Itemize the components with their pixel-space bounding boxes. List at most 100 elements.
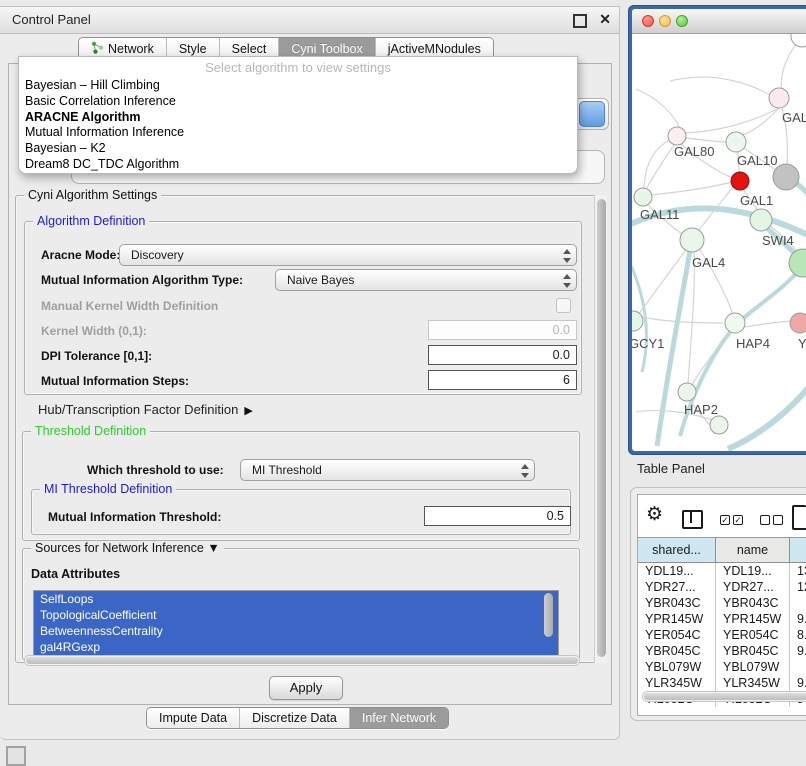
table-cell: YDR27... — [716, 579, 790, 595]
table-cell: YBR043C — [716, 595, 790, 611]
settings-vertical-scrollbar[interactable] — [594, 195, 607, 663]
float-window-icon[interactable] — [573, 14, 587, 28]
network-node-gal80[interactable] — [668, 127, 686, 145]
table-cell: YDL19... — [638, 563, 716, 579]
table-row[interactable]: YER054CYER054C8. — [638, 627, 806, 643]
network-node-pink-right[interactable] — [790, 313, 806, 333]
tab-infer-network[interactable]: Infer Network — [349, 708, 448, 728]
table-row[interactable]: YBR045CYBR045C9. — [638, 643, 806, 659]
table-row[interactable]: YDL19...YDL19...13 — [638, 563, 806, 579]
network-node-gal4[interactable] — [680, 228, 704, 252]
control-panel-window: Control Panel ✕ NetworkStyleSelectCyni T… — [0, 6, 620, 740]
close-traffic-light-icon[interactable] — [642, 15, 654, 27]
table-cell: 9. — [790, 643, 806, 659]
gear-icon[interactable]: ⚙ — [646, 503, 663, 526]
network-node-gal1[interactable] — [731, 172, 749, 190]
network-node-label: HAP4 — [736, 336, 770, 351]
hub-definition-disclosure[interactable]: Hub/Transcription Factor Definition▶ — [38, 402, 253, 417]
list-vertical-scrollbar[interactable] — [544, 593, 553, 637]
collapsed-arrow-icon[interactable]: ▶ — [244, 404, 252, 417]
kernel-width-field[interactable]: 0.0 — [428, 320, 577, 340]
table-cell: YLR345W — [638, 675, 716, 691]
aracne-mode-label: Aracne Mode: — [41, 248, 120, 262]
column-header[interactable]: name — [716, 538, 790, 562]
algorithm-option[interactable]: Mutual Information Inference — [19, 125, 577, 141]
network-node-gcy1[interactable] — [632, 311, 643, 331]
table-cell: YBL079W — [638, 659, 716, 675]
algorithm-option[interactable]: Dream8 DC_TDC Algorithm — [19, 157, 577, 173]
table-cell: YBR045C — [638, 643, 716, 659]
network-node-gal10[interactable] — [726, 132, 746, 152]
which-threshold-select[interactable]: MI Threshold — [240, 459, 535, 481]
tab-discretize-data[interactable]: Discretize Data — [239, 708, 349, 728]
tab-label: Style — [179, 42, 207, 56]
network-canvas[interactable]: GALGAL80GAL10GAL1GAL11SWI4GAL4GCY1HAP4YH… — [632, 34, 806, 451]
column-header[interactable] — [790, 538, 806, 562]
table-cell: YBL079W — [716, 659, 790, 675]
minimize-traffic-light-icon[interactable] — [659, 15, 671, 27]
tab-impute-data[interactable]: Impute Data — [147, 708, 239, 728]
tab-label: Cyni Toolbox — [291, 42, 362, 56]
table-horizontal-scrollbar[interactable] — [642, 691, 806, 702]
network-node-label: GAL80 — [674, 144, 714, 159]
manual-kernel-checkbox[interactable] — [556, 298, 571, 313]
table-cell: YPR145W — [716, 611, 790, 627]
aracne-mode-select[interactable]: Discovery — [119, 244, 577, 266]
table-cell — [790, 659, 806, 675]
dpi-tolerance-field[interactable]: 0.0 — [428, 345, 577, 365]
minimized-panel-icon[interactable] — [6, 746, 26, 766]
deselect-all-columns-icon[interactable] — [760, 515, 783, 525]
table-cell: YER054C — [638, 627, 716, 643]
data-attributes-list[interactable]: SelfLoopsTopologicalCoefficientBetweenne… — [33, 590, 559, 656]
apply-button[interactable]: Apply — [269, 676, 343, 700]
settings-horizontal-scrollbar[interactable] — [24, 655, 580, 666]
tab-label: Discretize Data — [252, 711, 337, 725]
algorithm-option[interactable]: Bayesian – K2 — [19, 141, 577, 157]
table-row[interactable]: YDR27...YDR27...12 — [638, 579, 806, 595]
select-all-columns-icon[interactable]: ✓✓ — [720, 515, 743, 525]
table-cell: YBR043C — [638, 595, 716, 611]
table-row[interactable]: YPR145WYPR145W9. — [638, 611, 806, 627]
network-node-gal11[interactable] — [634, 188, 652, 206]
new-table-icon[interactable] — [792, 505, 806, 530]
sources-group: Sources for Network Inference ▼ Data Att… — [22, 548, 580, 660]
close-icon[interactable]: ✕ — [599, 11, 611, 28]
network-node-label: GCY1 — [632, 336, 664, 351]
table-cell: 8. — [790, 627, 806, 643]
attribute-list-item[interactable]: TopologicalCoefficient — [34, 607, 558, 623]
algorithm-option[interactable]: Basic Correlation Inference — [19, 94, 577, 110]
mi-algorithm-type-select[interactable]: Naive Bayes — [275, 269, 577, 291]
mi-threshold-title: MI Threshold Definition — [40, 482, 176, 496]
network-node-small-bottom[interactable] — [710, 416, 728, 434]
attribute-list-item[interactable]: BetweennessCentrality — [34, 623, 558, 639]
threshold-definition-group: Threshold Definition Which threshold to … — [22, 431, 580, 541]
table-row[interactable]: YBL079WYBL079W — [638, 659, 806, 675]
network-node-top-arc[interactable] — [791, 34, 806, 47]
kernel-width-label: Kernel Width (0,1): — [41, 324, 147, 338]
algorithm-option[interactable]: ARACNE Algorithm — [19, 110, 577, 126]
mi-steps-field[interactable]: 6 — [428, 370, 577, 390]
dropdown-prompt: Select algorithm to view settings — [19, 57, 577, 78]
stepper-arrows-icon — [562, 249, 571, 263]
combo-spinner-focused[interactable] — [579, 101, 605, 127]
mi-threshold-field[interactable]: 0.5 — [424, 506, 571, 526]
attribute-list-item[interactable]: SelfLoops — [34, 591, 558, 607]
table-row[interactable]: YBR043CYBR043C — [638, 595, 806, 611]
columns-icon[interactable] — [682, 510, 703, 529]
zoom-traffic-light-icon[interactable] — [676, 15, 688, 27]
network-edge — [636, 89, 680, 129]
algorithm-option[interactable]: Bayesian – Hill Climbing — [19, 78, 577, 94]
table-cell: YPR145W — [638, 611, 716, 627]
expanded-arrow-icon[interactable]: ▼ — [207, 541, 219, 555]
attribute-list-item[interactable]: gal4RGexp — [34, 639, 558, 655]
network-node-hap2[interactable] — [678, 383, 696, 401]
network-node-swi4[interactable] — [750, 209, 772, 231]
network-edge — [644, 139, 672, 192]
dpi-tolerance-label: DPI Tolerance [0,1]: — [41, 349, 152, 363]
network-window-titlebar[interactable] — [632, 9, 806, 34]
network-node-gal-partial[interactable] — [769, 88, 789, 108]
column-header[interactable]: shared... — [638, 538, 716, 562]
table-row[interactable]: YLR345WYLR345W9. — [638, 675, 806, 691]
table-cell: 13 — [790, 563, 806, 579]
network-node-hap4[interactable] — [725, 313, 745, 333]
